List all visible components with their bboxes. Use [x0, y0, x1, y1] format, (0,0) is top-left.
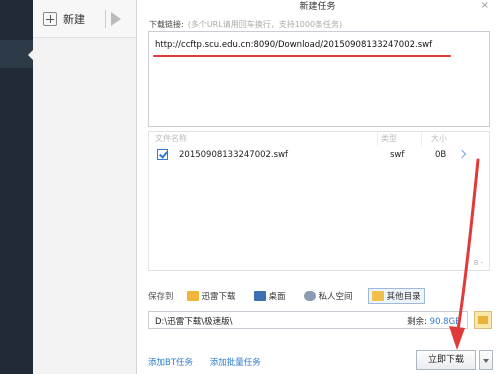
save-option-private[interactable]: 私人空间 — [301, 288, 356, 304]
save-to-label: 保存到 — [148, 292, 174, 302]
desktop-icon — [253, 291, 266, 301]
file-size: 0B — [435, 150, 447, 160]
column-divider — [377, 132, 378, 146]
dialog-title: 新建任务 — [299, 2, 336, 12]
add-bt-task-link[interactable]: 添加BT任务 — [148, 358, 193, 368]
file-checkbox[interactable] — [157, 149, 168, 160]
save-option-desktop[interactable]: 桌面 — [251, 288, 289, 304]
download-link-label: 下载链接: (多个URL请用回车换行，支持1000条任务) — [149, 19, 342, 30]
save-option-label: 私人空间 — [318, 292, 353, 302]
chevron-down-icon[interactable] — [479, 350, 493, 370]
rename-icon[interactable] — [457, 149, 467, 159]
file-type: swf — [390, 150, 405, 160]
add-batch-task-link[interactable]: 添加批量任务 — [210, 358, 261, 368]
free-space: 剩余: 90.8GB — [407, 315, 461, 327]
save-option-label: 其他目录 — [386, 292, 421, 302]
file-list: 文件名称 类型 大小 20150908133247002.swf swf 0B … — [148, 131, 490, 271]
file-row[interactable]: 20150908133247002.swf swf 0B — [149, 147, 489, 163]
new-task-dialog: 新建任务 × 下载链接: (多个URL请用回车换行，支持1000条任务) http… — [136, 0, 497, 374]
bottom-links: 添加BT任务 添加批量任务 — [148, 356, 275, 368]
download-now-button[interactable]: 立即下载 — [416, 350, 476, 370]
free-space-value: 90.8GB — [429, 317, 461, 327]
new-task-button[interactable]: 新建 — [43, 8, 85, 30]
save-path-field[interactable]: D:\迅雷下载\极速版\ 剩余: 90.8GB — [148, 311, 468, 329]
url-textarea[interactable]: http://ccftp.scu.edu.cn:8090/Download/20… — [148, 31, 490, 127]
save-option-label: 桌面 — [268, 292, 286, 302]
save-option-thunder[interactable]: 迅雷下载 — [184, 288, 239, 304]
download-link-title: 下载链接: — [149, 20, 184, 29]
download-link-hint: (多个URL请用回车换行，支持1000条任务) — [187, 20, 343, 29]
toolbar-divider — [105, 10, 106, 28]
url-text: http://ccftp.scu.edu.cn:8090/Download/20… — [155, 40, 433, 50]
save-path-text: D:\迅雷下载\极速版\ — [155, 317, 233, 327]
cloud-icon — [303, 291, 316, 301]
save-option-other[interactable]: 其他目录 — [367, 288, 425, 304]
play-icon[interactable] — [111, 12, 121, 26]
file-list-header: 文件名称 类型 大小 — [149, 132, 489, 146]
plus-icon — [43, 12, 57, 26]
column-size: 大小 — [431, 134, 447, 143]
column-type: 类型 — [381, 134, 397, 143]
file-name: 20150908133247002.swf — [179, 150, 289, 160]
list-footer: 8 - — [473, 259, 483, 267]
save-option-label: 迅雷下载 — [201, 292, 236, 302]
column-divider — [421, 132, 422, 146]
browse-folder-button[interactable] — [474, 311, 492, 329]
save-location-row: 保存到 迅雷下载 桌面 私人空间 其他目录 — [148, 287, 490, 305]
thunder-folder-icon — [186, 291, 199, 301]
free-space-label: 剩余: — [407, 317, 427, 327]
close-icon[interactable]: × — [481, 0, 489, 11]
folder-icon — [371, 291, 384, 301]
sidebar-pointer — [28, 50, 33, 60]
url-highlight-underline — [153, 55, 451, 57]
new-task-label: 新建 — [63, 13, 85, 26]
app-sidebar — [0, 0, 33, 374]
column-name: 文件名称 — [155, 134, 187, 143]
